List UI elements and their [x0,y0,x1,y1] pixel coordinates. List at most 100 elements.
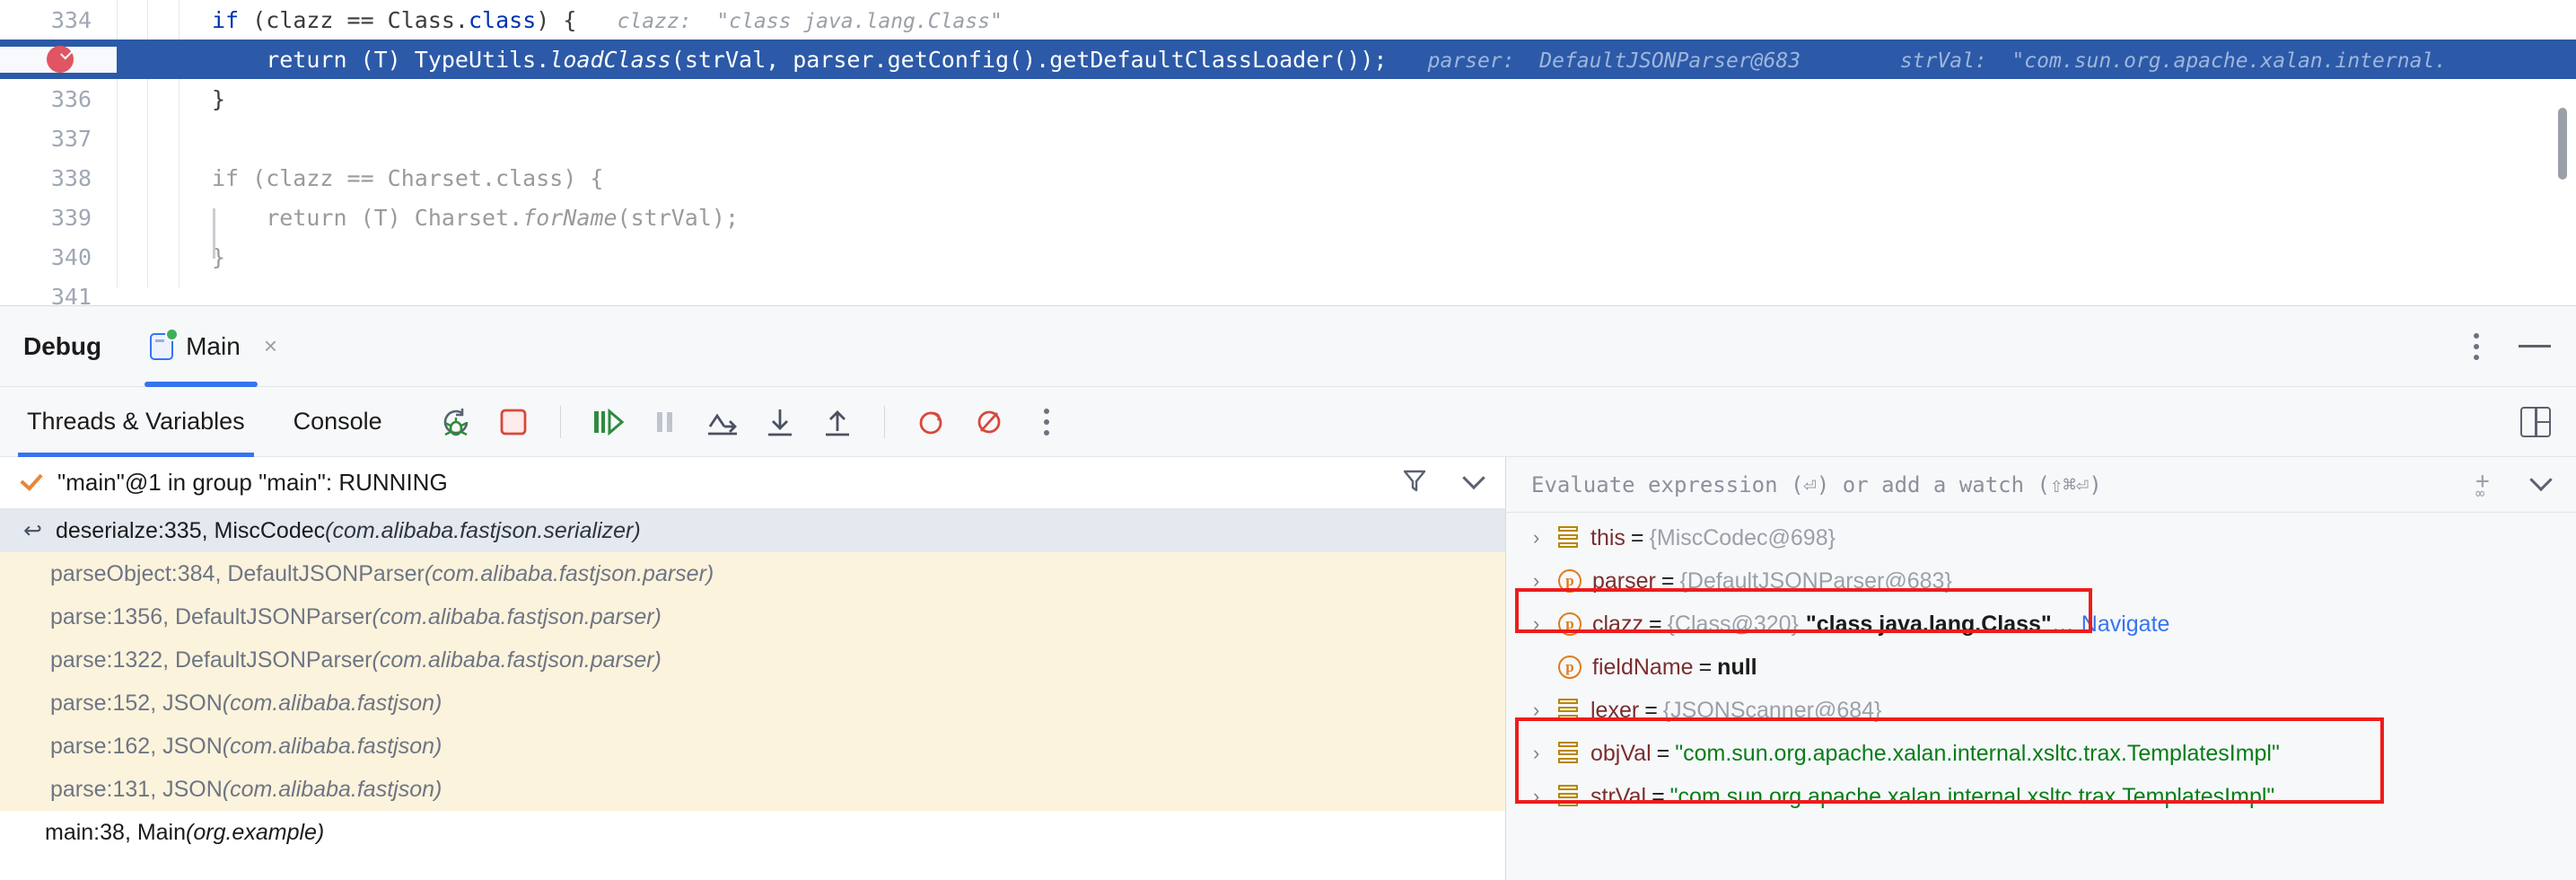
gutter-strip [117,119,148,158]
gutter-strip [117,158,148,198]
variable-name: lexer [1590,697,1640,723]
parameter-icon: p [1558,612,1582,636]
code-line[interactable]: 339 return (T) Charset.forName(strVal); [0,198,2576,237]
frame-package: (com.alibaba.fastjson.parser) [372,603,662,629]
frame-package: (com.alibaba.fastjson) [222,690,442,716]
code-line[interactable]: 340 } [0,237,2576,277]
equals-sign: = [1644,697,1658,723]
more-options-icon[interactable] [2474,332,2479,360]
thread-status-label: "main"@1 in group "main": RUNNING [57,469,448,496]
variables-list[interactable]: › this = {MiscCodec@698} › p parser = {D… [1506,513,2576,880]
frame-package: (com.alibaba.fastjson) [222,733,442,759]
frame-method: parse:1356, DefaultJSONParser [50,603,372,629]
layout-settings-icon[interactable] [2520,406,2551,437]
variables-pane: Evaluate expression (⏎) or add a watch (… [1506,457,2576,880]
stack-frame-row[interactable]: parse:131, JSON (com.alibaba.fastjson) [0,768,1505,811]
stack-frame-row[interactable]: parse:162, JSON (com.alibaba.fastjson) [0,725,1505,768]
line-number: 336 [50,85,92,112]
frame-method: parse:152, JSON [50,690,223,716]
thread-header-actions [1401,466,1505,498]
frame-package: (com.alibaba.fastjson.serializer) [325,517,641,543]
toolbar-right [2520,406,2551,437]
frame-method: parse:131, JSON [50,776,223,802]
close-icon[interactable]: × [264,332,277,360]
expand-arrow-icon[interactable]: › [1533,785,1558,808]
equals-sign: = [1630,524,1644,550]
breakpoint-icon[interactable] [47,46,74,73]
add-watch-icon[interactable]: + ∞ [2470,470,2497,502]
tab-threads-and-variables[interactable]: Threads & Variables [18,387,254,457]
variable-value-ref: {Class@320} [1667,611,1799,637]
chevron-down-icon[interactable] [2529,468,2553,491]
variable-row-fieldName[interactable]: › p fieldName = null [1506,646,2576,689]
code-text: if (clazz == Charset.class) { [212,164,604,191]
stack-frames-list[interactable]: ↩ deserialze:335, MiscCodec (com.alibaba… [0,509,1505,880]
variable-row-lexer[interactable]: › lexer = {JSONScanner@684} [1506,689,2576,732]
variable-row-this[interactable]: › this = {MiscCodec@698} [1506,516,2576,559]
expand-arrow-icon[interactable]: › [1533,526,1558,550]
expand-arrow-icon[interactable]: › [1533,699,1558,722]
pause-program-button[interactable] [644,400,687,444]
variable-row-objVal[interactable]: › objVal = "com.sun.org.apache.xalan.int… [1506,732,2576,775]
expand-arrow-icon[interactable]: › [1533,612,1558,636]
code-line[interactable]: 337 [0,119,2576,158]
expand-arrow-icon[interactable]: › [1533,742,1558,765]
tab-console[interactable]: Console [290,387,386,457]
stop-button[interactable] [492,400,535,444]
stack-frame-row[interactable]: parse:1322, DefaultJSONParser (com.aliba… [0,638,1505,682]
line-number: 339 [50,204,92,231]
variable-row-clazz[interactable]: › p clazz = {Class@320} "class java.lang… [1506,603,2576,646]
current-frame-icon: ↩ [23,517,42,543]
code-editor[interactable]: 334 if (clazz == Class.class) { clazz: "… [0,0,2576,305]
variable-value: "com.sun.org.apache.xalan.internal.xsltc… [1675,740,2280,766]
variable-value: {DefaultJSONParser@683} [1679,568,1952,594]
gutter-strip [148,158,180,198]
object-icon [1558,742,1580,765]
navigate-link[interactable]: Navigate [2081,612,2170,638]
frame-package: (com.alibaba.fastjson.parser) [424,560,714,586]
tab-label: Main [186,331,241,360]
evaluate-expression-bar[interactable]: Evaluate expression (⏎) or add a watch (… [1506,457,2576,513]
stack-frame-row[interactable]: parseObject:384, DefaultJSONParser (com.… [0,552,1505,595]
object-icon [1558,526,1580,550]
toolbar-separator [559,405,561,438]
code-line[interactable]: 334 if (clazz == Class.class) { clazz: "… [0,0,2576,40]
step-out-button[interactable] [816,400,859,444]
equals-sign: = [1656,740,1670,766]
more-actions-button[interactable] [1025,400,1068,444]
code-line-current[interactable]: 335 return (T) TypeUtils.loadClass(strVa… [0,40,2576,79]
variable-value: null [1717,654,1757,680]
gutter-strip [148,198,180,237]
expand-arrow-icon[interactable]: › [1533,569,1558,593]
view-breakpoints-button[interactable] [910,400,953,444]
stack-frame-row[interactable]: main:38, Main (org.example) [0,811,1505,854]
variable-row-strVal[interactable]: › strVal = "com.sun.org.apache.xalan.int… [1506,775,2576,818]
frame-package: (com.alibaba.fastjson.parser) [372,647,662,673]
stack-frame-row[interactable]: ↩ deserialze:335, MiscCodec (com.alibaba… [0,509,1505,552]
variable-row-parser[interactable]: › p parser = {DefaultJSONParser@683} [1506,559,2576,603]
mute-breakpoints-button[interactable] [968,400,1011,444]
code-text: return (T) Charset.forName(strVal); [212,204,740,231]
filter-icon[interactable] [1401,467,1428,498]
variable-name: clazz [1592,611,1643,637]
step-over-button[interactable] [701,400,744,444]
gutter-strip [117,198,148,237]
rerun-debug-button[interactable] [434,400,478,444]
editor-scrollbar[interactable] [2558,108,2567,180]
frame-method: parse:162, JSON [50,733,223,759]
resume-program-button[interactable] [586,400,629,444]
editor-edge [0,287,2576,305]
thread-status-row[interactable]: "main"@1 in group "main": RUNNING [0,457,1505,509]
code-line[interactable]: 338 if (clazz == Charset.class) { [0,158,2576,198]
minimize-icon[interactable] [2519,345,2551,348]
code-line[interactable]: 336 } [0,79,2576,119]
variable-value: {JSONScanner@684} [1662,697,1882,723]
debug-header-actions [2474,332,2551,360]
frame-package: (org.example) [186,819,325,845]
chevron-down-icon[interactable] [1462,466,1485,489]
stack-frame-row[interactable]: parse:1356, DefaultJSONParser (com.aliba… [0,595,1505,638]
tab-main[interactable]: Main × [145,306,283,387]
step-into-button[interactable] [758,400,802,444]
debug-toolbar: Threads & Variables Console [0,387,2576,457]
stack-frame-row[interactable]: parse:152, JSON (com.alibaba.fastjson) [0,682,1505,725]
